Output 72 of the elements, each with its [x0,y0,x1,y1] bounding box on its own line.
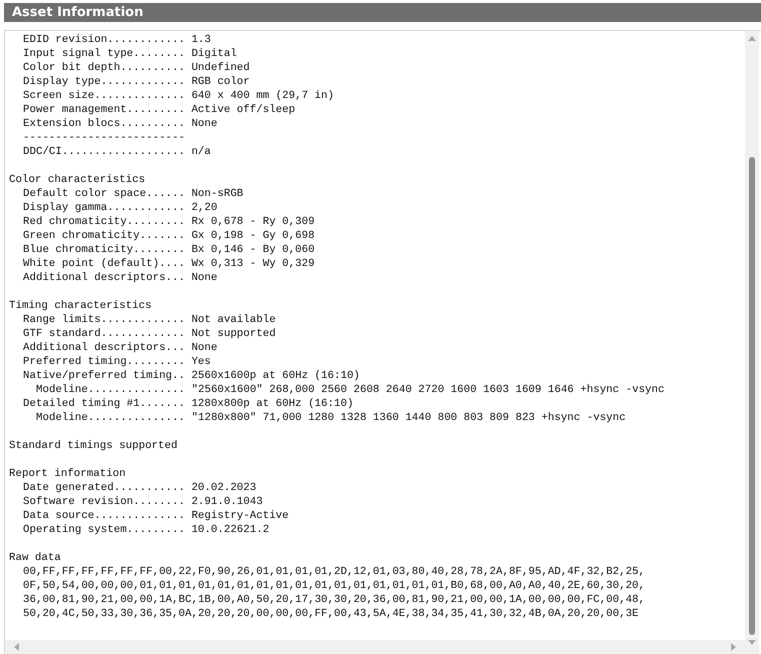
raw-data-line: 00,FF,FF,FF,FF,FF,FF,00,22,F0,90,26,01,01,01,01,2D,12,01,03,80,40,28,78,2A,8F,95,AD,4F,32,B2,25, [23,566,646,578]
field-label: Additional descriptors... [23,272,185,284]
field-value: 1280x800p at 60Hz (16:10) [191,398,354,410]
field-value: None [191,342,218,354]
field-label: Color bit depth.......... [23,62,185,74]
field-label: Modeline............... [36,412,186,424]
field-value: n/a [191,146,211,158]
field-value: Rx 0,678 - Ry 0,309 [191,216,315,228]
field-label: GTF standard............. [23,328,185,340]
field-label: Blue chromaticity........ [23,244,185,256]
raw-data-line: 50,20,4C,50,33,30,36,35,0A,20,20,20,00,00,00,FF,00,43,5A,4E,38,34,35,41,30,32,4B,0A,20,20,00,3E [23,608,639,620]
section-title: Standard timings supported [9,439,178,453]
field-value: 2,20 [191,202,218,214]
field-value: 10.0.22621.2 [191,524,270,536]
section-title: Report information [9,467,127,481]
field-label: Native/preferred timing.. [23,370,185,382]
field-label: Detailed timing #1....... [23,398,185,410]
horizontal-scrollbar[interactable] [5,640,745,654]
field-label: DDC/CI................... [23,146,185,158]
field-label: Modeline............... [36,384,186,396]
panel-title: Asset Information [12,5,144,20]
section-title: Timing characteristics [9,299,153,313]
field-value: 2560x1600p at 60Hz (16:10) [191,370,360,382]
field-value: Bx 0,146 - By 0,060 [191,244,315,256]
field-value: Not available [191,314,276,326]
field-label: Range limits............. [23,314,185,326]
field-value: 640 x 400 mm (29,7 in) [191,90,334,102]
field-label: Software revision........ [23,496,185,508]
field-label: Power management......... [23,104,185,116]
scroll-left-icon[interactable] [13,642,21,652]
field-value: RGB color [191,76,250,88]
section-title: Color characteristics [9,173,146,187]
scroll-right-icon[interactable] [729,642,737,652]
field-value: Wx 0,313 - Wy 0,329 [191,258,315,270]
field-label: Green chromaticity....... [23,230,185,242]
separator-line: ------------------------- [23,132,185,144]
field-label: Extension blocs.......... [23,118,185,130]
field-label: Preferred timing......... [23,356,185,368]
field-label: Input signal type........ [23,48,185,60]
field-value: 2.91.0.1043 [191,496,263,508]
field-value: Not supported [191,328,276,340]
field-value: Active off/sleep [191,104,296,116]
field-label: Additional descriptors... [23,342,185,354]
field-value: "2560x1600" 268,000 2560 2608 2640 2720 1600 1603 1609 1646 +hsync -vsync [192,384,664,396]
raw-data-line: 0F,50,54,00,00,00,01,01,01,01,01,01,01,01,01,01,01,01,01,01,01,01,B0,68,00,A0,A0,40,2E,60,30,20, [23,580,646,592]
field-label: Data source.............. [23,510,185,522]
field-value: Registry-Active [191,510,289,522]
field-label: White point (default).... [23,258,185,270]
field-label: Default color space...... [23,188,185,200]
scroll-up-icon[interactable] [747,35,757,43]
field-value: 1.3 [191,34,211,46]
field-label: EDID revision............ [23,34,185,46]
field-value: Yes [191,356,211,368]
scrollbar-thumb[interactable] [749,157,755,635]
field-value: Gx 0,198 - Gy 0,698 [191,230,315,242]
field-value: "1280x800" 71,000 1280 1328 1360 1440 800 803 809 823 +hsync -vsync [192,412,626,424]
raw-data-line: 36,00,81,90,21,00,00,1A,BC,1B,00,A0,50,20,17,30,30,20,36,00,81,90,21,00,00,1A,00,00,00,FC,00,48, [23,594,646,606]
field-label: Screen size.............. [23,90,185,102]
vertical-scrollbar[interactable] [745,31,759,654]
field-label: Display type............. [23,76,185,88]
field-value: Non-sRGB [191,188,244,200]
field-value: 20.02.2023 [191,482,256,494]
scroll-down-icon[interactable] [747,638,757,646]
field-label: Operating system......... [23,524,185,536]
field-value: None [191,272,218,284]
field-label: Display gamma............ [23,202,185,214]
field-value: Digital [191,48,237,60]
field-value: Undefined [191,62,250,74]
field-label: Date generated........... [23,482,185,494]
field-value: None [191,118,218,130]
section-title: Raw data [9,551,62,565]
field-label: Red chromaticity......... [23,216,185,228]
